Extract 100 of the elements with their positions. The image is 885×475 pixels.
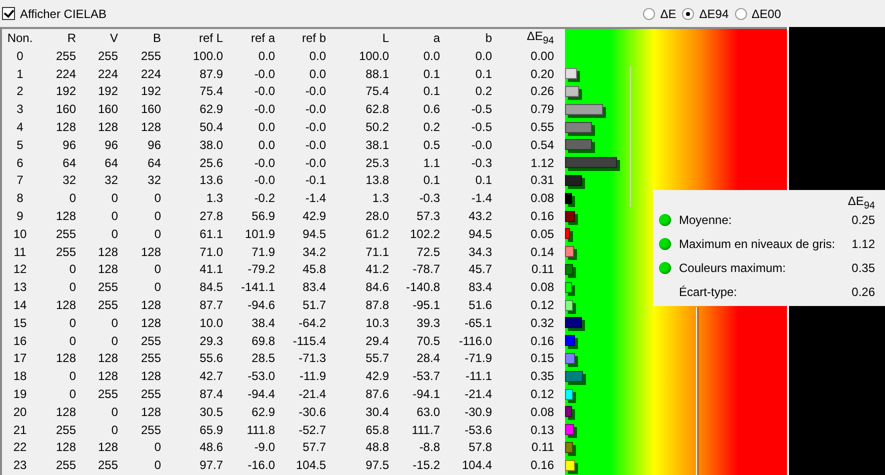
show-cielab-checkbox[interactable]: Afficher CIELAB [2,6,106,20]
table-cell-text: 255 [96,458,118,472]
table-cell-text: 192 [96,84,118,98]
table-cell-text: 70.5 [416,334,440,348]
table-cell-text: -0.0 [304,84,326,98]
table-cell-text: 32 [146,173,161,188]
table-cell-text: 128 [140,369,161,384]
table-cell-text: -71.9 [464,351,492,366]
table-cell-text: 28.0 [364,209,389,224]
table-cell-text: 48.6 [198,440,223,454]
table-cell-text: 128 [54,351,76,366]
table-cell-text: 255 [140,351,161,366]
table-cell-text: 0.11 [530,262,554,276]
table-cell-text: -94.4 [246,387,275,402]
table-cell-text: 65.9 [198,422,223,437]
table-cell-text: 28.5 [250,351,275,366]
summary-value: 0.26 [852,285,875,299]
delta-bar [565,317,582,328]
delta-bar [565,335,576,346]
table-cell-text: 14 [12,298,28,312]
table-cell-text: 128 [96,369,118,384]
column-header: ref L [198,31,223,45]
summary-label: Moyenne: [679,213,733,227]
table-cell-text: 0.1 [422,173,440,188]
table-cell-text: 15 [12,316,28,330]
table-cell-text: 0 [16,48,24,63]
table-cell-text: 160 [140,102,161,116]
table-cell-text: 34.3 [468,244,492,259]
table-cell-text: 50.2 [364,120,389,134]
table-cell-text: 224 [54,66,76,81]
column-header: b [484,31,492,45]
delta-bar [565,352,575,364]
table-cell-text: 104.5 [294,458,326,472]
table-cell-text: 0 [68,280,76,294]
table-cell-text: 0.6 [422,102,440,116]
summary-label: Écart-type: [679,285,738,299]
table-cell-text: 42.9 [302,209,326,224]
table-cell-text: 128 [96,262,118,276]
metric-radio[interactable]: ΔE94 [682,6,729,20]
table-cell-text: 255 [140,387,161,402]
table-cell-text: 87.4 [198,387,223,402]
table-cell-text: 29.3 [198,334,223,348]
table-cell-text: 61.2 [364,226,389,241]
table-cell-text: 0.26 [530,84,554,98]
table-cell-text: 0.54 [530,138,554,152]
table-cell-text: 39.3 [416,316,440,330]
table-cell-text: 128 [96,440,118,454]
table-cell-text: 128 [96,244,118,259]
table-cell-text: 128 [96,120,118,134]
table-cell-text: 51.6 [468,298,492,312]
table-cell-text: 56.9 [250,209,275,224]
column-header: B [152,31,161,45]
table-cell-text: 97.5 [364,458,389,472]
table-cell-text: 83.4 [302,280,326,294]
table-cell-text: -0.0 [253,102,275,116]
table-cell-text: 38.1 [364,138,389,152]
table-cell-text: 128 [54,209,76,224]
table-cell-text: 43.2 [468,209,492,224]
table-cell-text: 255 [96,48,118,63]
table-cell-text: 0 [153,458,161,472]
table-cell-text: 0.79 [530,102,554,116]
metric-radio[interactable]: ΔE00 [734,6,781,20]
table-cell-text: 0.00 [530,48,554,63]
column-header: ref b [300,31,326,45]
table-cell-text: 0 [110,422,118,437]
table-cell-text: 65.8 [364,422,389,437]
table-cell-text: 255 [54,244,76,259]
table-cell-text: -0.0 [304,120,326,134]
table-cell-text: -65.1 [464,316,492,330]
column-header: R [66,31,76,45]
table-cell-text: -11.1 [464,369,492,384]
column-header: a [432,31,440,45]
table-cell-text: 32 [104,173,118,188]
table-cell-text: 0.0 [308,66,326,81]
delta-bar [565,86,580,97]
table-cell-text: 0.35 [530,369,554,384]
column-header: V [108,31,118,45]
table-cell-text: 64 [62,156,76,170]
table-cell-text: 71.0 [198,244,223,259]
table-cell-text: 0.08 [530,280,554,294]
table-cell-text: 0.0 [257,120,275,134]
metric-radio[interactable]: ΔE [643,6,676,20]
summary-value: 0.25 [852,213,875,227]
delta-bar [565,139,592,150]
table-cell-text: 100.0 [192,48,223,63]
table-cell-text: 128 [54,404,76,419]
table-cell-text: 1 [16,66,24,81]
table-cell-text: 255 [140,334,161,348]
table-cell-text: 28.4 [416,351,440,366]
table-cell-text: -15.2 [412,458,440,472]
table-cell-text: 75.4 [198,84,223,98]
table-cell-text: 42.9 [364,369,389,384]
table-cell-text: 0.1 [422,66,440,81]
delta-bar [565,406,572,418]
delta-bar [565,246,574,258]
table-cell-text: 96 [104,138,118,152]
table-cell-text: -0.3 [470,156,492,170]
table-cell-text: 0 [68,387,76,402]
table-cell-text: 160 [96,102,118,116]
table-cell-text: 71.1 [364,244,389,259]
